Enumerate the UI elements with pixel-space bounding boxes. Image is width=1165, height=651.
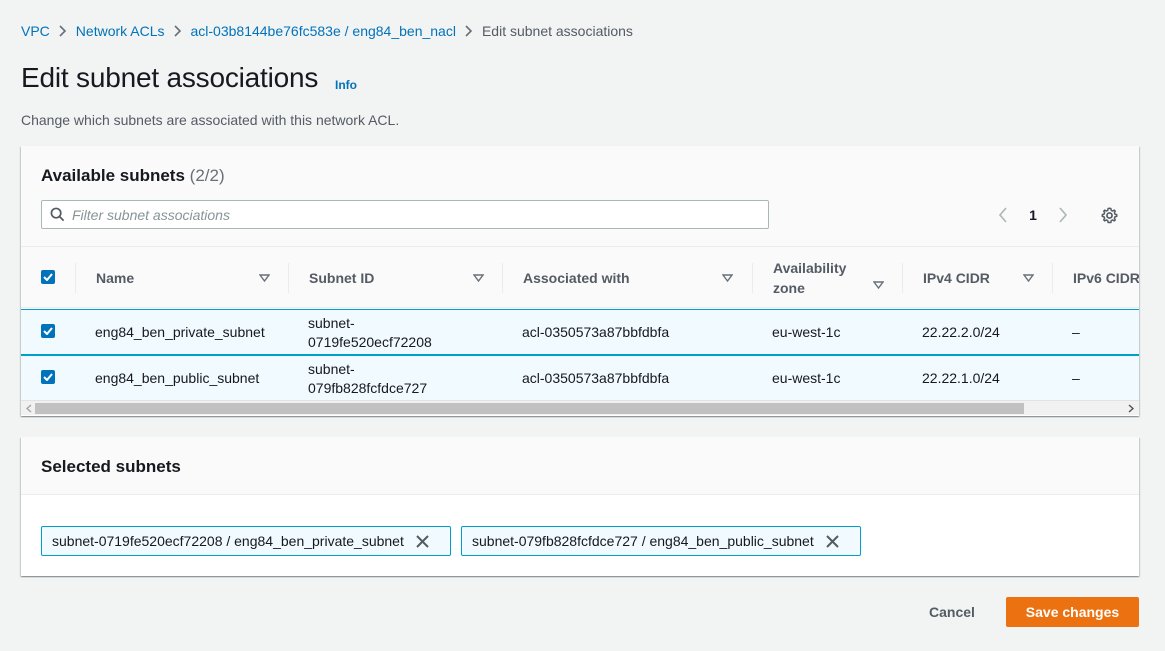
cell-name: eng84_ben_private_subnet bbox=[95, 324, 265, 340]
search-icon bbox=[42, 207, 72, 222]
breadcrumb-acl[interactable]: acl-03b8144be76fc583e / eng84_ben_nacl bbox=[191, 23, 456, 39]
info-link[interactable]: Info bbox=[335, 78, 357, 92]
close-icon[interactable] bbox=[408, 527, 438, 555]
sort-down-icon bbox=[473, 274, 484, 282]
breadcrumb-vpc[interactable]: VPC bbox=[21, 23, 50, 39]
cancel-button[interactable]: Cancel bbox=[918, 597, 986, 627]
available-subnets-panel: Available subnets (2/2) 1 Name Subnet ID… bbox=[21, 146, 1139, 416]
cell-ipv6-cidr: – bbox=[1072, 370, 1080, 386]
available-count: (2/2) bbox=[189, 166, 225, 185]
chevron-right-icon[interactable] bbox=[1053, 204, 1073, 226]
column-divider bbox=[75, 263, 76, 293]
cell-availability-zone: eu-west-1c bbox=[772, 370, 841, 386]
sort-down-icon bbox=[722, 274, 733, 282]
cell-associated-with[interactable]: acl-0350573a87bbfdbfa bbox=[522, 324, 669, 340]
sort-down-icon bbox=[873, 281, 884, 289]
horizontal-scrollbar[interactable] bbox=[21, 400, 1139, 415]
selected-token: subnet-0719fe520ecf72208 / eng84_ben_pri… bbox=[41, 526, 451, 556]
column-associated-with[interactable]: Associated with bbox=[523, 247, 743, 309]
filter-input[interactable] bbox=[72, 206, 752, 223]
column-divider bbox=[502, 263, 503, 293]
close-icon[interactable] bbox=[818, 527, 848, 555]
pagination: 1 bbox=[993, 204, 1073, 226]
gear-icon[interactable] bbox=[1099, 204, 1119, 226]
panel-header bbox=[21, 437, 1139, 495]
column-divider bbox=[288, 263, 289, 293]
chevron-right-icon bbox=[456, 25, 482, 37]
column-divider bbox=[1052, 263, 1053, 293]
row-checkbox[interactable] bbox=[41, 370, 55, 384]
scroll-right-icon[interactable] bbox=[1125, 403, 1137, 414]
table-row[interactable]: eng84_ben_public_subnet subnet- 079fb828f… bbox=[21, 355, 1139, 400]
scrollbar-thumb[interactable] bbox=[35, 403, 1024, 414]
column-name[interactable]: Name bbox=[96, 247, 276, 309]
available-subnets-title: Available subnets (2/2) bbox=[41, 166, 225, 185]
breadcrumb-network-acls[interactable]: Network ACLs bbox=[76, 23, 165, 39]
cell-ipv4-cidr: 22.22.1.0/24 bbox=[922, 370, 1000, 386]
breadcrumb-current: Edit subnet associations bbox=[481, 23, 633, 39]
chevron-right-icon bbox=[165, 25, 191, 37]
column-ipv6-cidr[interactable]: IPv6 CIDR bbox=[1073, 247, 1139, 309]
filter-box bbox=[41, 200, 769, 229]
panel-header bbox=[21, 146, 1139, 246]
column-ipv4-cidr[interactable]: IPv4 CIDR bbox=[923, 247, 1038, 309]
selected-subnets-title: Selected subnets bbox=[41, 457, 181, 476]
subnets-table: Name Subnet ID Associated with Availabil… bbox=[21, 246, 1139, 400]
row-checkbox[interactable] bbox=[41, 324, 55, 338]
column-divider bbox=[902, 263, 903, 293]
sort-down-icon bbox=[259, 274, 270, 282]
column-availability-zone[interactable]: Availability zone bbox=[773, 247, 888, 309]
cell-name: eng84_ben_public_subnet bbox=[95, 370, 260, 386]
token-label: subnet-079fb828fcfdce727 / eng84_ben_pub… bbox=[472, 533, 814, 549]
table-row[interactable]: eng84_ben_private_subnet subnet- 0719fe52… bbox=[21, 309, 1139, 355]
cell-subnet-id[interactable]: subnet- 079fb828fcfdce727 bbox=[308, 360, 427, 398]
scroll-left-icon[interactable] bbox=[23, 403, 35, 414]
page-title: Edit subnet associations bbox=[21, 62, 319, 93]
selected-subnets-panel: Selected subnets subnet-0719fe520ecf7220… bbox=[21, 437, 1139, 576]
column-subnet-id[interactable]: Subnet ID bbox=[309, 247, 489, 309]
page-description: Change which subnets are associated with… bbox=[21, 112, 400, 128]
chevron-left-icon[interactable] bbox=[993, 204, 1013, 226]
breadcrumb: VPC Network ACLs acl-03b8144be76fc583e /… bbox=[21, 21, 633, 41]
cell-subnet-id[interactable]: subnet- 0719fe520ecf72208 bbox=[308, 314, 432, 352]
cell-ipv6-cidr: – bbox=[1072, 324, 1080, 340]
cell-associated-with[interactable]: acl-0350573a87bbfdbfa bbox=[522, 370, 669, 386]
save-changes-button[interactable]: Save changes bbox=[1006, 597, 1139, 627]
selected-token: subnet-079fb828fcfdce727 / eng84_ben_pub… bbox=[461, 526, 861, 556]
token-label: subnet-0719fe520ecf72208 / eng84_ben_pri… bbox=[52, 533, 404, 549]
cell-ipv4-cidr: 22.22.2.0/24 bbox=[922, 324, 1000, 340]
sort-down-icon bbox=[1023, 274, 1034, 282]
chevron-right-icon bbox=[50, 25, 76, 37]
table-header: Name Subnet ID Associated with Availabil… bbox=[21, 246, 1139, 308]
column-divider bbox=[752, 263, 753, 293]
select-all-checkbox[interactable] bbox=[41, 270, 55, 284]
cell-availability-zone: eu-west-1c bbox=[772, 324, 841, 340]
page-number[interactable]: 1 bbox=[1023, 207, 1043, 223]
